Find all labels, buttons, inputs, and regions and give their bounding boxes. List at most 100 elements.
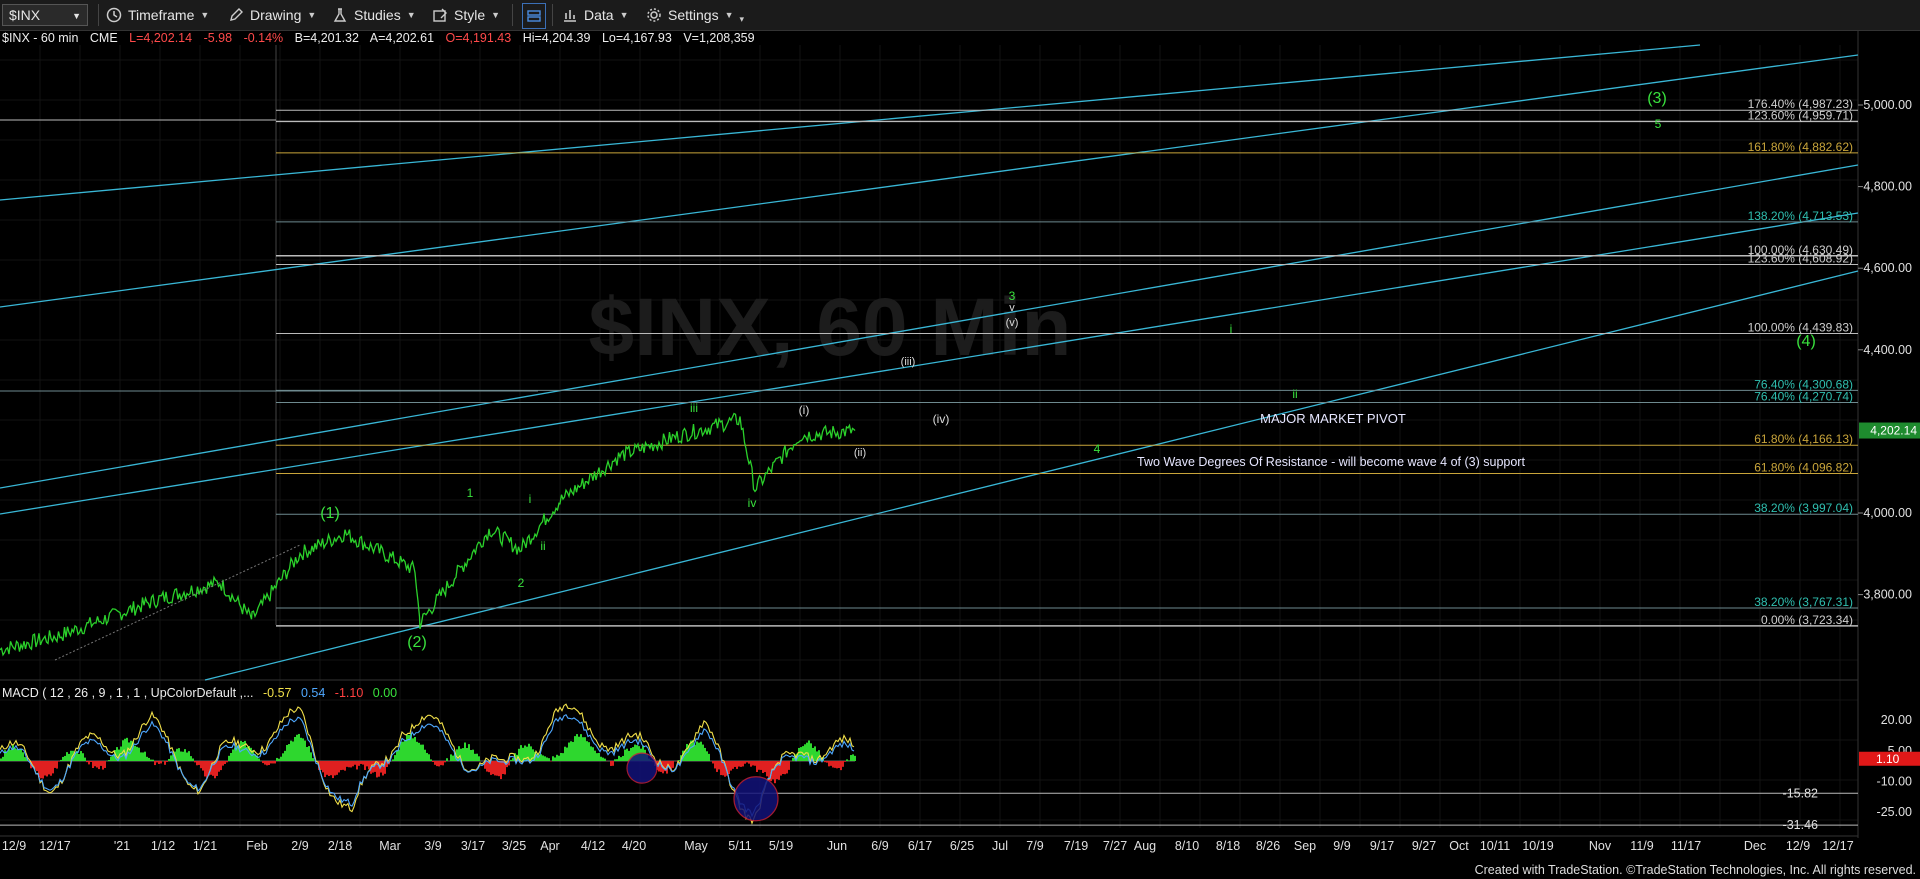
macd-histogram-bar (752, 761, 754, 766)
macd-histogram-bar (268, 761, 270, 766)
fib-label: 161.80% (4,882.62) (1748, 140, 1853, 154)
time-tick-label: '21 (114, 839, 130, 853)
macd-histogram-bar (152, 759, 154, 761)
macd-histogram-bar (292, 741, 294, 761)
macd-histogram-bar (222, 761, 224, 766)
macd-histogram-bar (142, 752, 144, 761)
fib-label: 76.40% (4,270.74) (1754, 390, 1853, 404)
macd-histogram-bar (466, 748, 468, 761)
macd-histogram-bar (832, 761, 834, 768)
macd-histogram-bar (520, 745, 522, 761)
macd-histogram-bar (310, 752, 312, 761)
macd-histogram-bar (814, 746, 816, 761)
macd-histogram-bar (298, 733, 300, 761)
wave-label: (2) (407, 634, 427, 651)
drawing-button[interactable]: Drawing ▼ (228, 4, 316, 26)
macd-histogram-bar (218, 761, 220, 772)
macd-histogram-bar (22, 752, 24, 761)
macd-histogram-bar (136, 746, 138, 761)
macd-histogram-bar (42, 761, 44, 779)
macd-histogram-bar (580, 734, 582, 761)
macd-histogram-bar (230, 752, 232, 761)
time-tick-label: 11/9 (1630, 839, 1653, 853)
time-tick-label: 8/18 (1216, 839, 1240, 853)
macd-histogram-bar (824, 761, 826, 763)
wave-label: 5 (1655, 117, 1662, 131)
macd-histogram-bar (178, 748, 180, 761)
macd-histogram-bar (350, 761, 352, 768)
macd-panel (0, 703, 1858, 826)
macd-histogram-bar (56, 761, 58, 769)
macd-histogram-bar (296, 734, 298, 761)
macd-histogram-bar (594, 750, 596, 761)
flask-icon (332, 7, 348, 23)
macd-histogram-bar (90, 761, 92, 763)
fib-label: 61.80% (4,166.13) (1754, 432, 1853, 446)
macd-histogram-bar (424, 749, 426, 761)
macd-histogram-bar (500, 761, 502, 780)
time-axis[interactable]: 12/9 12/17 '21 1/12 1/21 Feb 2/9 2/18 Mar 3/9 3/17… (0, 835, 1858, 853)
macd-histogram-bar (334, 761, 336, 776)
macd-histogram-bar (68, 753, 70, 761)
macd-histogram-bar (282, 753, 284, 761)
time-tick-label: Aug (1134, 839, 1156, 853)
time-tick-label: Oct (1449, 839, 1469, 853)
macd-histogram-bar (86, 761, 88, 763)
macd-histogram-bar (58, 761, 60, 762)
macd-histogram-bar (616, 759, 618, 761)
macd-histogram-bar (418, 742, 420, 761)
macd-histogram-bar (762, 761, 764, 773)
macd-histogram-bar (220, 761, 222, 771)
macd-histogram-bar (532, 749, 534, 761)
macd-histogram-bar (140, 752, 142, 761)
style-button[interactable]: Style ▼ (432, 4, 500, 26)
macd-histogram-bar (394, 755, 396, 761)
macd-histogram-bar (164, 761, 166, 765)
macd-histogram-bar (286, 745, 288, 761)
macd-histogram-bar (302, 738, 304, 761)
macd-histogram-bar (306, 747, 308, 761)
macd-histogram-bar (110, 756, 112, 761)
symbol-selector[interactable]: $INX ▼ (2, 4, 88, 26)
macd-histogram-bar (784, 761, 786, 775)
macd-histogram-bar (54, 761, 56, 768)
macd-histogram-bar (60, 759, 62, 761)
macd-histogram-bar (732, 761, 734, 769)
macd-histogram-bar (18, 749, 20, 761)
macd-histogram-bar (592, 747, 594, 761)
macd-histogram-bar (714, 761, 716, 769)
macd-histogram-bar (698, 742, 700, 761)
macd-axis[interactable]: 20.005.00-10.00-25.00-15.82-31.461.10 (1783, 713, 1920, 832)
macd-histogram-bar (828, 761, 830, 767)
timeframe-button[interactable]: Timeframe ▼ (106, 4, 209, 26)
macd-histogram-bar (546, 757, 548, 761)
chevron-down-icon: ▾ (739, 14, 745, 24)
time-tick-label: 1/21 (193, 839, 217, 853)
macd-histogram-bar (200, 761, 202, 769)
data-button[interactable]: Data ▼ (562, 4, 629, 26)
macd-histogram-bar (712, 761, 714, 764)
macd-histogram-bar (354, 761, 356, 765)
price-chart[interactable]: $INX, 60 Min 176.40% (4,987.23)123.60% (… (0, 30, 1920, 860)
macd-histogram-bar (304, 740, 306, 761)
macd-histogram-bar (498, 761, 500, 777)
macd-histogram-bar (24, 757, 26, 761)
macd-last-tag-label: 1.10 (1876, 752, 1900, 766)
macd-histogram-bar (806, 742, 808, 761)
channel-line (0, 44, 1701, 201)
macd-legend: MACD ( 12 , 26 , 9 , 1 , 1 , UpColorDefa… (2, 686, 403, 700)
macd-value-2: 0.54 (300, 686, 326, 700)
macd-histogram-bar (358, 761, 360, 766)
studies-button[interactable]: Studies ▼ (332, 4, 416, 26)
settings-button[interactable]: Settings ▼ ▾ (646, 4, 744, 26)
toolbar-separator (98, 4, 99, 26)
macd-histogram-bar (436, 761, 438, 767)
macd-histogram-bar (84, 757, 86, 761)
macd-histogram-bar (700, 741, 702, 761)
wave-label: iii (690, 401, 698, 415)
macd-histogram-bar (598, 752, 600, 761)
layout-toggle-button[interactable] (522, 3, 546, 29)
macd-histogram-bar (800, 747, 802, 761)
price-axis[interactable]: 5,000.00 4,800.00 4,600.00 4,400.00 4,000.00… (1858, 98, 1920, 602)
resistance-label: Two Wave Degrees Of Resistance - will be… (1137, 455, 1525, 469)
